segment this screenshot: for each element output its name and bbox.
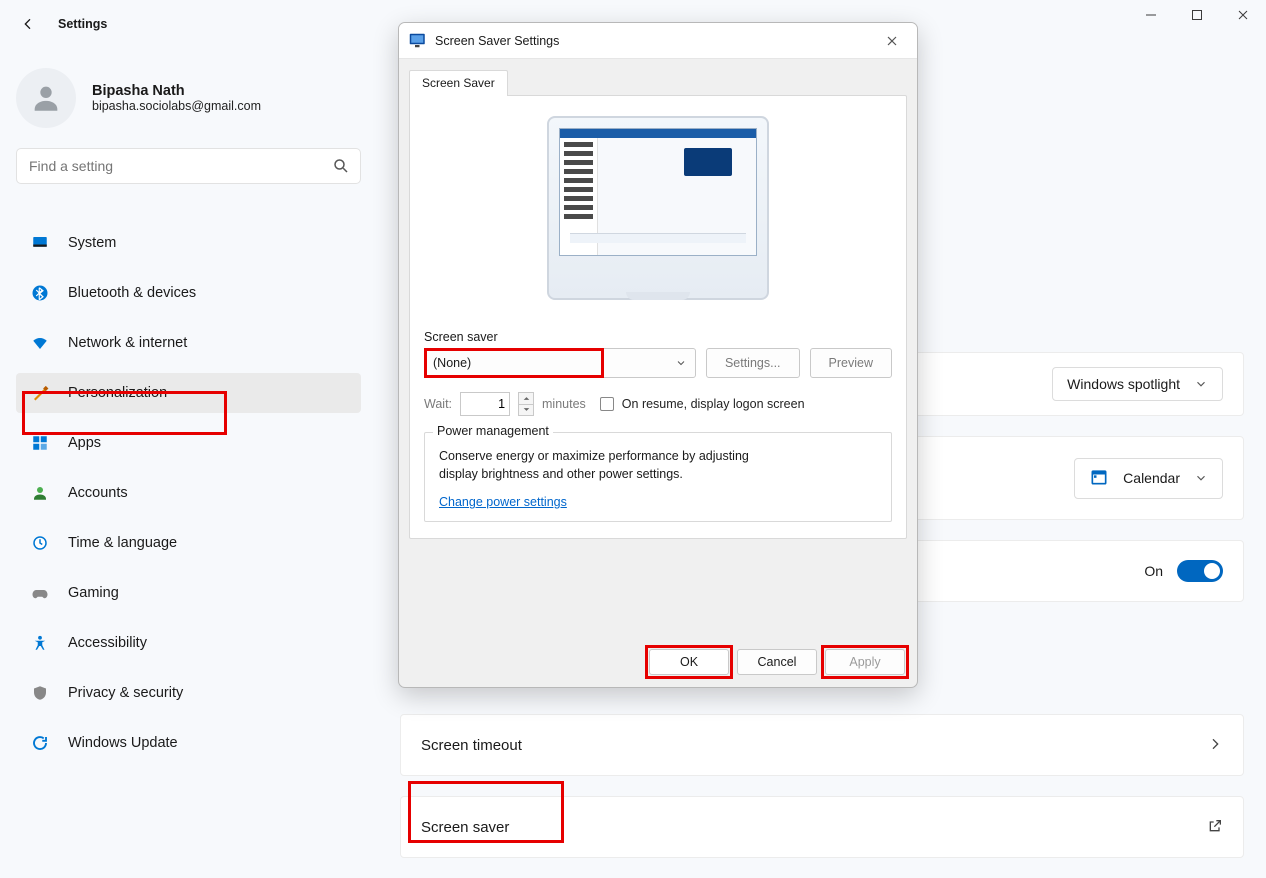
screen-saver-label: Screen saver: [424, 330, 892, 344]
nav-item-update[interactable]: Windows Update: [16, 723, 361, 763]
nav-label: Apps: [68, 435, 101, 451]
resume-label: On resume, display logon screen: [622, 397, 805, 411]
bluetooth-icon: [30, 283, 50, 303]
sidebar: Bipasha Nath bipasha.sociolabs@gmail.com…: [16, 60, 361, 768]
wait-row: Wait: minutes On resume, display logon s…: [424, 392, 892, 416]
nav-item-privacy[interactable]: Privacy & security: [16, 673, 361, 713]
cancel-button[interactable]: Cancel: [737, 649, 817, 675]
gaming-icon: [30, 583, 50, 603]
nav-item-apps[interactable]: Apps: [16, 423, 361, 463]
update-icon: [30, 733, 50, 753]
nav-item-gaming[interactable]: Gaming: [16, 573, 361, 613]
dialog-title-bar[interactable]: Screen Saver Settings: [399, 23, 917, 59]
nav-item-network[interactable]: Network & internet: [16, 323, 361, 363]
accounts-icon: [30, 483, 50, 503]
wait-spinner[interactable]: [518, 392, 534, 416]
nav-label: Network & internet: [68, 335, 187, 351]
nav-item-personalization[interactable]: Personalization: [16, 373, 361, 413]
window-title: Settings: [58, 17, 107, 31]
dropdown-label: Calendar: [1123, 470, 1180, 486]
nav-label: System: [68, 235, 116, 251]
screen-saver-card[interactable]: Screen saver: [400, 796, 1244, 858]
external-link-icon: [1207, 818, 1223, 837]
nav-label: Windows Update: [68, 735, 178, 751]
spin-up[interactable]: [519, 393, 533, 405]
screen-timeout-card[interactable]: Screen timeout: [400, 714, 1244, 776]
user-email: bipasha.sociolabs@gmail.com: [92, 99, 261, 113]
resume-checkbox[interactable]: [600, 397, 614, 411]
personalization-icon: [30, 383, 50, 403]
group-title: Power management: [433, 424, 553, 438]
search-icon: [332, 157, 350, 175]
ok-button[interactable]: OK: [649, 649, 729, 675]
nav-item-accessibility[interactable]: Accessibility: [16, 623, 361, 663]
tab-label: Screen Saver: [422, 76, 495, 90]
toggle-switch[interactable]: [1177, 560, 1223, 582]
screensaver-dialog: Screen Saver Settings Screen Saver: [398, 22, 918, 688]
tab-screen-saver[interactable]: Screen Saver: [409, 70, 508, 96]
selected-option: (None): [433, 356, 471, 370]
power-management-group: Power management Conserve energy or maxi…: [424, 432, 892, 522]
avatar: [16, 68, 76, 128]
dialog-footer: OK Cancel Apply: [649, 649, 905, 675]
apply-button: Apply: [825, 649, 905, 675]
nav-label: Accounts: [68, 485, 128, 501]
nav-list: System Bluetooth & devices Network & int…: [16, 218, 361, 768]
group-text: Conserve energy or maximize performance …: [439, 447, 877, 483]
calendar-dropdown[interactable]: Calendar: [1074, 458, 1223, 499]
user-profile[interactable]: Bipasha Nath bipasha.sociolabs@gmail.com: [16, 60, 361, 148]
nav-item-system[interactable]: System: [16, 223, 361, 263]
preview-monitor: [547, 116, 769, 300]
change-power-settings-link[interactable]: Change power settings: [439, 495, 567, 509]
wait-label: Wait:: [424, 397, 452, 411]
nav-item-time[interactable]: Time & language: [16, 523, 361, 563]
nav-item-accounts[interactable]: Accounts: [16, 473, 361, 513]
dialog-title: Screen Saver Settings: [435, 34, 559, 48]
search-box[interactable]: [16, 148, 361, 184]
minimize-button[interactable]: [1128, 0, 1174, 30]
status-label: On: [1144, 563, 1163, 579]
spotlight-dropdown[interactable]: Windows spotlight: [1052, 367, 1223, 401]
user-name: Bipasha Nath: [92, 83, 261, 99]
spin-down[interactable]: [519, 405, 533, 416]
dialog-icon: [409, 33, 427, 49]
nav-label: Bluetooth & devices: [68, 285, 196, 301]
preview-button: Preview: [810, 348, 892, 378]
nav-label: Time & language: [68, 535, 177, 551]
wait-input[interactable]: [460, 392, 510, 416]
wait-unit: minutes: [542, 397, 586, 411]
card-title: Screen saver: [421, 819, 509, 836]
system-icon: [30, 233, 50, 253]
nav-label: Personalization: [68, 385, 167, 401]
dropdown-label: Windows spotlight: [1067, 376, 1180, 392]
nav-label: Gaming: [68, 585, 119, 601]
wifi-icon: [30, 333, 50, 353]
chevron-right-icon: [1207, 736, 1223, 755]
search-input[interactable]: [29, 158, 324, 174]
back-button[interactable]: [18, 14, 38, 34]
dialog-close-button[interactable]: [877, 26, 907, 56]
close-button[interactable]: [1220, 0, 1266, 30]
apps-icon: [30, 433, 50, 453]
nav-item-bluetooth[interactable]: Bluetooth & devices: [16, 273, 361, 313]
time-icon: [30, 533, 50, 553]
maximize-button[interactable]: [1174, 0, 1220, 30]
nav-label: Privacy & security: [68, 685, 183, 701]
accessibility-icon: [30, 633, 50, 653]
nav-label: Accessibility: [68, 635, 147, 651]
privacy-icon: [30, 683, 50, 703]
tab-panel: Screen saver (None) Settings... Preview …: [409, 95, 907, 539]
calendar-icon: [1089, 467, 1109, 490]
settings-button: Settings...: [706, 348, 800, 378]
screen-saver-select[interactable]: (None): [424, 348, 696, 378]
card-title: Screen timeout: [421, 737, 522, 754]
